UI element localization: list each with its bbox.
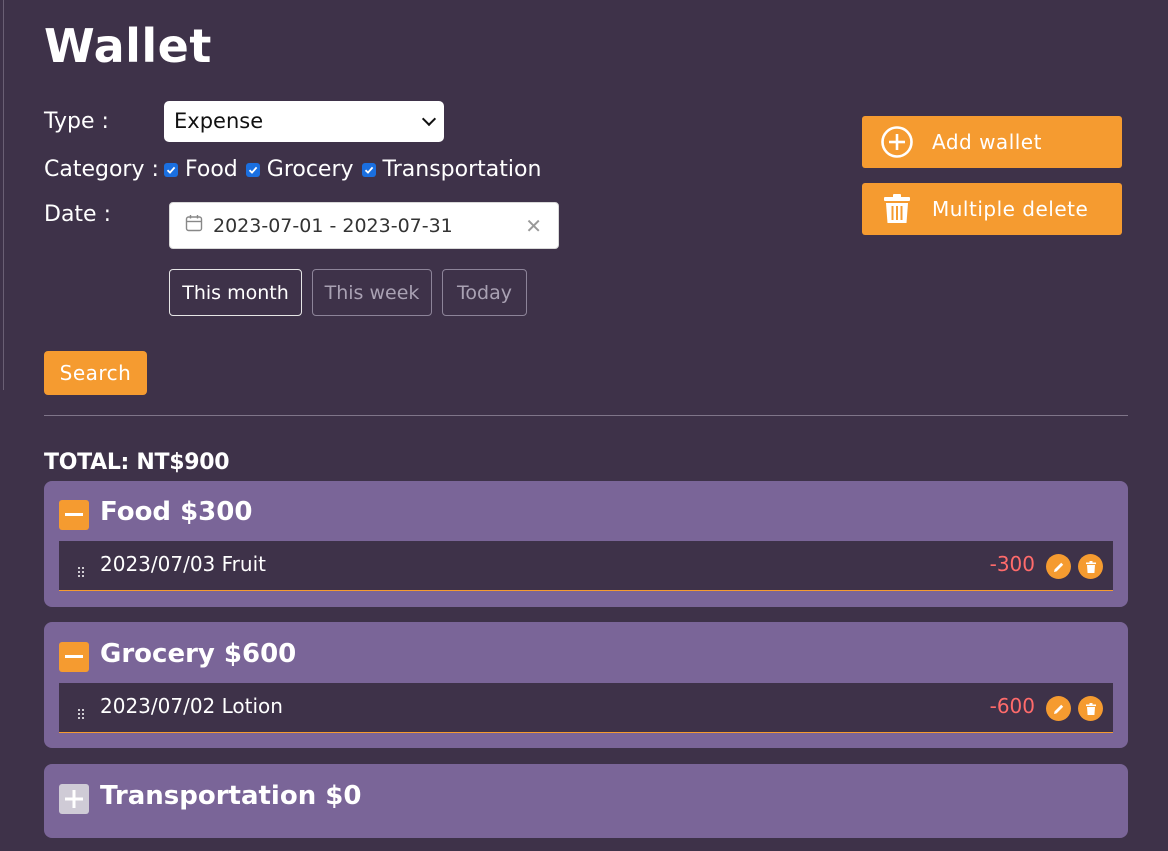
add-wallet-button[interactable]: Add wallet — [862, 116, 1122, 168]
wallet-group-food: Food $300 2023/07/03 Fruit -300 — [44, 481, 1128, 607]
collapse-toggle[interactable] — [59, 500, 89, 530]
plus-icon — [65, 790, 83, 808]
section-divider — [44, 415, 1128, 416]
total-amount: TOTAL: NT$900 — [44, 450, 230, 475]
category-label-transportation: Transportation — [382, 157, 542, 182]
multiple-delete-button[interactable]: Multiple delete — [862, 183, 1122, 235]
type-select-value: Expense — [174, 109, 264, 133]
category-label-food: Food — [185, 157, 238, 182]
type-label: Type : — [44, 109, 109, 134]
category-label: Category : — [44, 157, 159, 182]
drag-handle-icon[interactable] — [78, 562, 84, 581]
category-checkbox-grocery[interactable]: Grocery — [245, 155, 354, 185]
checkbox-checked-icon[interactable] — [361, 163, 376, 177]
multiple-delete-label: Multiple delete — [932, 197, 1089, 221]
list-item: 2023/07/03 Fruit -300 — [59, 541, 1113, 591]
today-button[interactable]: Today — [442, 269, 527, 316]
wallet-group-grocery: Grocery $600 2023/07/02 Lotion -600 — [44, 622, 1128, 748]
left-divider — [3, 0, 4, 390]
expand-toggle[interactable] — [59, 784, 89, 814]
category-checkbox-food[interactable]: Food — [164, 155, 238, 185]
this-week-button[interactable]: This week — [312, 269, 432, 316]
date-range-input[interactable]: 2023-07-01 - 2023-07-31 ✕ — [169, 202, 559, 249]
minus-icon — [65, 513, 83, 516]
type-select[interactable]: Expense — [164, 101, 444, 142]
date-range-value: 2023-07-01 - 2023-07-31 — [213, 214, 453, 237]
drag-handle-icon[interactable] — [78, 704, 84, 723]
item-amount: -600 — [989, 694, 1035, 718]
edit-icon[interactable] — [1046, 696, 1071, 721]
minus-icon — [65, 655, 83, 658]
group-title: Transportation $0 — [100, 781, 362, 811]
plus-circle-icon — [862, 125, 932, 159]
category-checkbox-transportation[interactable]: Transportation — [361, 155, 542, 185]
collapse-toggle[interactable] — [59, 642, 89, 672]
category-label-grocery: Grocery — [266, 157, 354, 182]
calendar-icon — [185, 214, 203, 237]
edit-icon[interactable] — [1046, 554, 1071, 579]
date-label: Date : — [44, 202, 111, 227]
delete-icon[interactable] — [1078, 554, 1103, 579]
item-label: 2023/07/02 Lotion — [100, 694, 283, 718]
search-button[interactable]: Search — [44, 351, 147, 395]
clear-icon[interactable]: ✕ — [525, 214, 542, 238]
item-label: 2023/07/03 Fruit — [100, 552, 266, 576]
trash-icon — [862, 194, 932, 224]
this-month-button[interactable]: This month — [169, 269, 302, 316]
add-wallet-label: Add wallet — [932, 130, 1042, 154]
category-checkboxes: Food Grocery Transportation — [164, 155, 549, 185]
checkbox-checked-icon[interactable] — [164, 163, 178, 177]
group-title: Food $300 — [100, 497, 253, 527]
list-item: 2023/07/02 Lotion -600 — [59, 683, 1113, 733]
group-title: Grocery $600 — [100, 639, 297, 669]
delete-icon[interactable] — [1078, 696, 1103, 721]
item-amount: -300 — [989, 552, 1035, 576]
checkbox-checked-icon[interactable] — [245, 163, 260, 177]
wallet-group-transportation: Transportation $0 — [44, 764, 1128, 838]
page-title: Wallet — [44, 19, 212, 73]
chevron-down-icon — [421, 111, 437, 127]
